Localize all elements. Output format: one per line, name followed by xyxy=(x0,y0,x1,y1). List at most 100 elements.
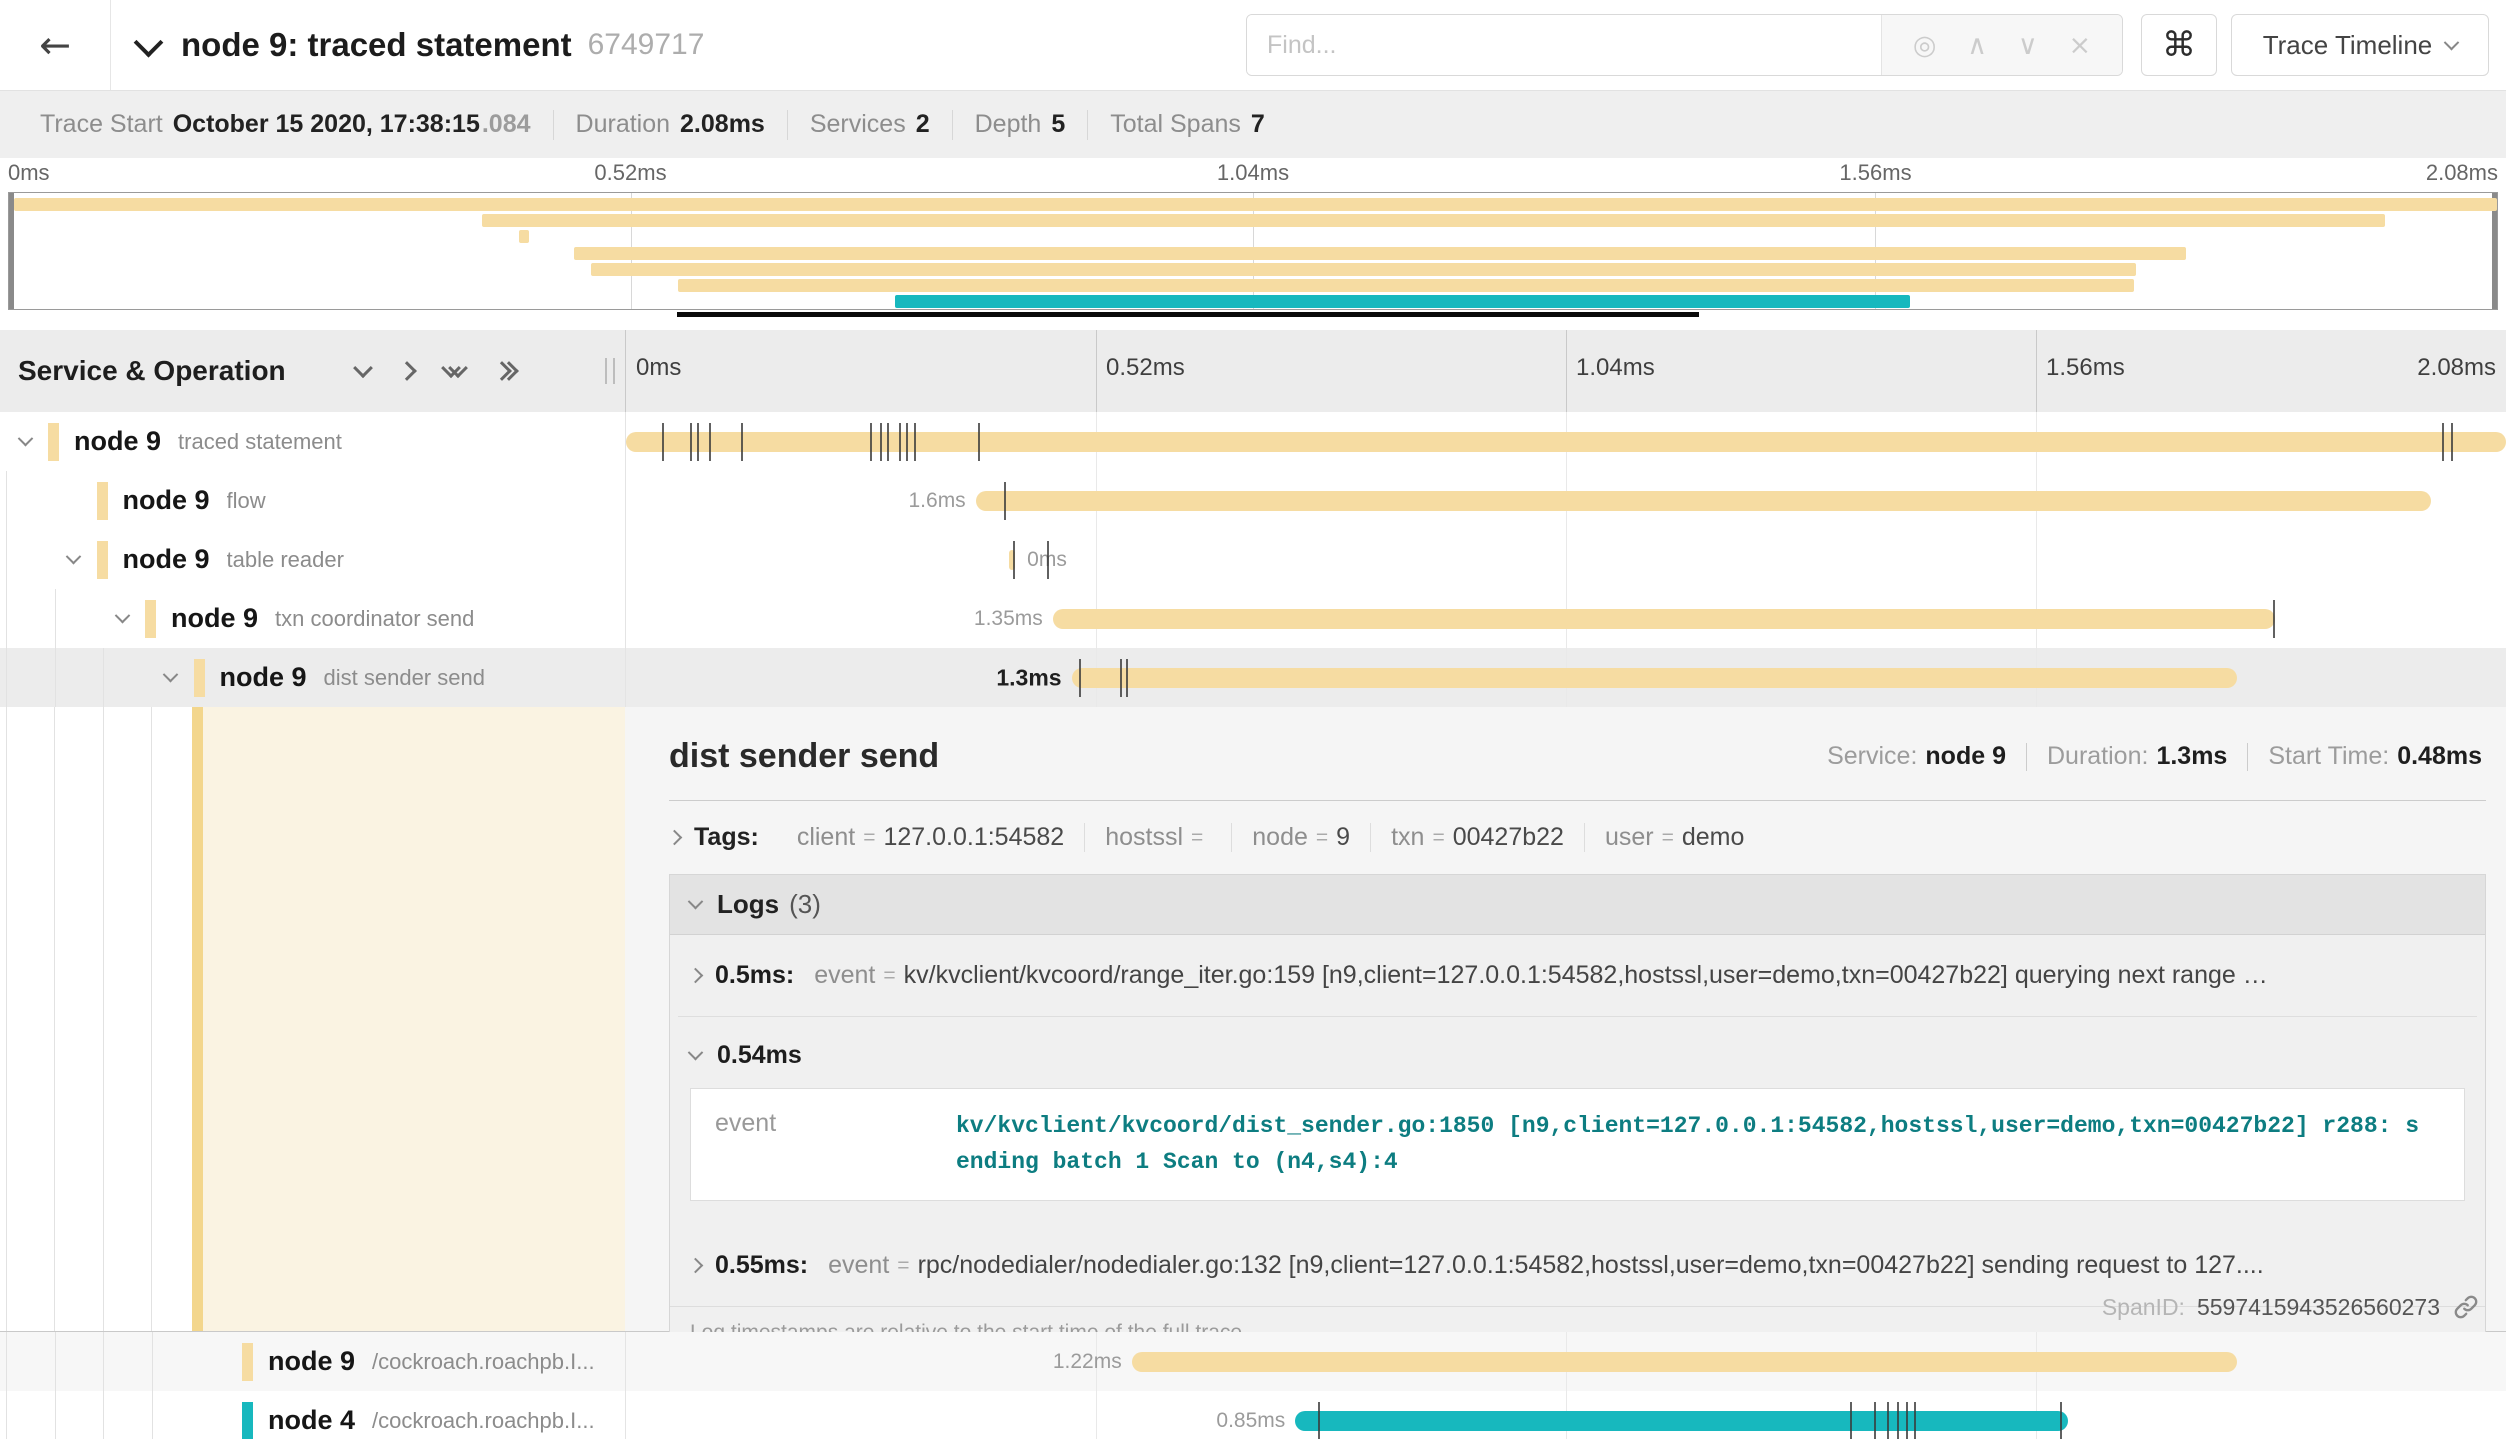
tag-node: node=9 xyxy=(1232,823,1371,852)
timeline-scroll-indicator[interactable] xyxy=(677,312,1699,317)
indent-guide xyxy=(6,589,7,648)
locate-icon[interactable]: ◎ xyxy=(1913,30,1937,61)
span-duration-label: 1.22ms xyxy=(1053,1350,1122,1374)
span-color-accent xyxy=(97,482,108,520)
span-color-accent xyxy=(97,541,108,579)
find-input[interactable] xyxy=(1247,15,1881,75)
log-event-tick xyxy=(2451,423,2453,461)
span-bar[interactable] xyxy=(1132,1352,2237,1372)
collapse-all-icon[interactable] xyxy=(444,364,465,378)
prev-result-icon[interactable]: ∧ xyxy=(1967,30,1987,61)
span-timeline-cell[interactable]: 1.6ms xyxy=(625,471,2506,530)
expand-all-icon[interactable] xyxy=(495,364,516,378)
span-timeline-cell[interactable]: 1.22ms xyxy=(625,1332,2506,1391)
span-row-table-reader[interactable]: node 9 table reader 0ms xyxy=(0,530,2506,589)
span-row-dist-sender-send[interactable]: node 9 dist sender send 1.3ms xyxy=(0,648,2506,707)
view-select-button[interactable]: Trace Timeline xyxy=(2231,14,2489,76)
logs-section: Logs (3) 0.5ms: event = kv/kvclient/kvco… xyxy=(669,874,2486,1360)
span-row-node4-roachpb[interactable]: node 4 /cockroach.roachpb.I... 0.85ms xyxy=(0,1391,2506,1439)
trace-start: Trace Start October 15 2020, 17:38:15.08… xyxy=(18,110,554,140)
log-event-tick xyxy=(697,423,699,461)
log-event-tick xyxy=(1914,1402,1916,1439)
log-event-tick xyxy=(741,423,743,461)
span-timeline-cell[interactable] xyxy=(625,412,2506,471)
collapse-one-icon[interactable] xyxy=(356,364,370,378)
span-rows-bottom: node 9 /cockroach.roachpb.I... 1.22ms no… xyxy=(0,1332,2506,1439)
indent-guide xyxy=(6,471,7,530)
span-duration-label: 1.6ms xyxy=(909,489,966,513)
back-button[interactable]: ← xyxy=(0,0,111,90)
log-entry-collapsed[interactable]: 0.5ms: event = kv/kvclient/kvcoord/range… xyxy=(670,935,2485,1016)
log-event-tick xyxy=(1013,541,1015,579)
span-timeline-cell[interactable]: 1.35ms xyxy=(625,589,2506,648)
span-name-cell[interactable]: node 9 table reader xyxy=(0,530,625,589)
span-bar[interactable] xyxy=(1072,668,2238,688)
clear-search-icon[interactable]: × xyxy=(2068,30,2091,61)
span-row-node9-roachpb[interactable]: node 9 /cockroach.roachpb.I... 1.22ms xyxy=(0,1332,2506,1391)
span-name-cell[interactable]: node 9 flow xyxy=(0,471,625,530)
log-event-tick xyxy=(906,423,908,461)
link-icon[interactable] xyxy=(2452,1293,2480,1321)
logs-header[interactable]: Logs (3) xyxy=(670,875,2485,935)
span-toggle[interactable] xyxy=(156,672,186,683)
log-event-tick xyxy=(914,423,916,461)
trace-duration: Duration 2.08ms xyxy=(554,110,788,140)
trace-id: 6749717 xyxy=(588,28,705,62)
indent-guide xyxy=(103,648,104,707)
page-title: node 9: traced statement xyxy=(181,26,572,64)
span-row-traced-statement[interactable]: node 9 traced statement xyxy=(0,412,2506,471)
tag-txn: txn=00427b22 xyxy=(1371,823,1585,852)
expand-one-icon[interactable] xyxy=(400,364,414,378)
tag-client: client=127.0.0.1:54582 xyxy=(777,823,1085,852)
indent-guide xyxy=(55,1391,56,1439)
next-result-icon[interactable]: ∨ xyxy=(2018,30,2038,61)
chevron-down-icon xyxy=(688,894,704,910)
span-toggle[interactable] xyxy=(107,613,137,624)
span-name-cell[interactable]: node 9 /cockroach.roachpb.I... xyxy=(0,1332,625,1391)
span-name-cell[interactable]: node 9 txn coordinator send xyxy=(0,589,625,648)
log-entry-toggle[interactable]: 0.54ms xyxy=(690,1035,2465,1088)
indent-guide xyxy=(152,1332,153,1391)
span-row-flow[interactable]: node 9 flow 1.6ms xyxy=(0,471,2506,530)
span-timeline-cell[interactable]: 0.85ms xyxy=(625,1391,2506,1439)
column-resizer-handle[interactable] xyxy=(605,358,615,384)
minimap-span-bar xyxy=(895,295,1910,308)
top-bar: ← node 9: traced statement 6749717 ◎ ∧ ∨… xyxy=(0,0,2506,90)
chevron-right-icon xyxy=(667,830,683,846)
tags-row[interactable]: Tags: client=127.0.0.1:54582 hostssl= no… xyxy=(669,801,2486,870)
find-tools: ◎ ∧ ∨ × xyxy=(1881,15,2122,75)
trace-total-spans: Total Spans 7 xyxy=(1088,110,1287,140)
span-accent-band xyxy=(192,707,203,1331)
span-name-cell[interactable]: node 9 traced statement xyxy=(0,412,625,471)
span-name-cell[interactable]: node 4 /cockroach.roachpb.I... xyxy=(0,1391,625,1439)
span-toggle[interactable] xyxy=(10,436,40,447)
span-bar[interactable] xyxy=(1295,1411,2068,1431)
span-color-accent xyxy=(145,600,156,638)
chevron-down-icon xyxy=(688,1045,704,1061)
span-timeline-cell[interactable]: 1.3ms xyxy=(625,648,2506,707)
minimap-span-bar xyxy=(574,247,2186,260)
indent-guide xyxy=(55,1332,56,1391)
span-detail-panel: dist sender send Service: node 9 Duratio… xyxy=(625,707,2506,1331)
span-bar[interactable] xyxy=(1053,609,2275,629)
command-icon: ⌘ xyxy=(2162,25,2196,65)
minimap-span-bar xyxy=(678,279,2133,292)
log-event-tick xyxy=(2060,1402,2062,1439)
log-event-tick xyxy=(1004,482,1006,520)
keyboard-shortcuts-button[interactable]: ⌘ xyxy=(2141,14,2217,76)
log-event-tick xyxy=(690,423,692,461)
timeline-header: Service & Operation 0ms 0.52ms 1.04ms 1.… xyxy=(0,330,2506,413)
chevron-down-icon xyxy=(2444,34,2460,50)
minimap-span-bar xyxy=(591,263,2136,276)
trace-minimap[interactable] xyxy=(8,192,2498,310)
span-timeline-cell[interactable]: 0ms xyxy=(625,530,2506,589)
span-accent-fill xyxy=(203,707,625,1331)
span-name-cell[interactable]: node 9 dist sender send xyxy=(0,648,625,707)
indent-guide xyxy=(152,1391,153,1439)
span-bar[interactable] xyxy=(976,491,2431,511)
span-row-txn-coordinator-send[interactable]: node 9 txn coordinator send 1.35ms xyxy=(0,589,2506,648)
minimap-axis: 0ms 0.52ms 1.04ms 1.56ms 2.08ms xyxy=(8,160,2498,188)
span-toggle[interactable] xyxy=(59,554,89,565)
collapse-trace-chevron-icon[interactable] xyxy=(134,27,164,57)
log-event-tick xyxy=(899,423,901,461)
